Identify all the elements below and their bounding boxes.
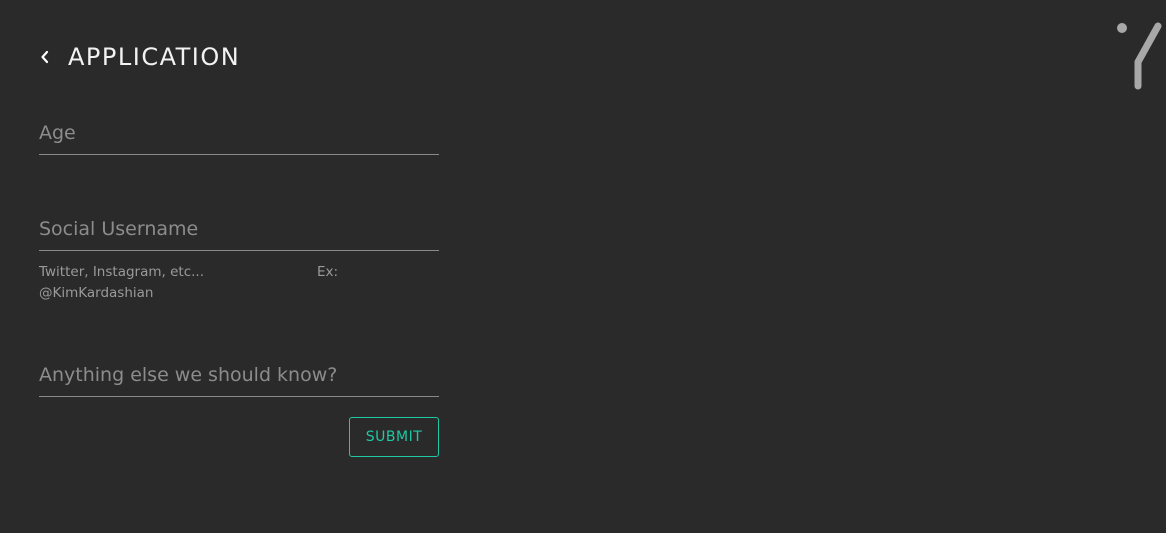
application-form: Twitter, Instagram, etc... Ex: @KimKarda… (39, 110, 439, 457)
social-username-input[interactable] (39, 206, 439, 250)
back-button[interactable] (38, 47, 52, 67)
page-header: APPLICATION (38, 40, 240, 74)
page-title: APPLICATION (68, 43, 241, 71)
social-example-label: Ex: (317, 264, 339, 280)
submit-row: SUBMIT (39, 417, 439, 457)
submit-button[interactable]: SUBMIT (349, 417, 439, 457)
social-username-field (39, 206, 439, 251)
age-field (39, 110, 439, 155)
social-username-hint: Twitter, Instagram, etc... Ex: @KimKarda… (39, 262, 439, 308)
application-page: APPLICATION Twitter, Instagram, etc... E… (0, 0, 1166, 533)
social-example-value: @KimKardashian (39, 285, 154, 301)
social-hint-text: Twitter, Instagram, etc... (39, 264, 204, 280)
chevron-left-icon (41, 50, 49, 64)
notes-field (39, 352, 439, 397)
brand-logo-icon (1117, 22, 1162, 90)
age-input[interactable] (39, 110, 439, 154)
notes-input[interactable] (39, 352, 439, 396)
